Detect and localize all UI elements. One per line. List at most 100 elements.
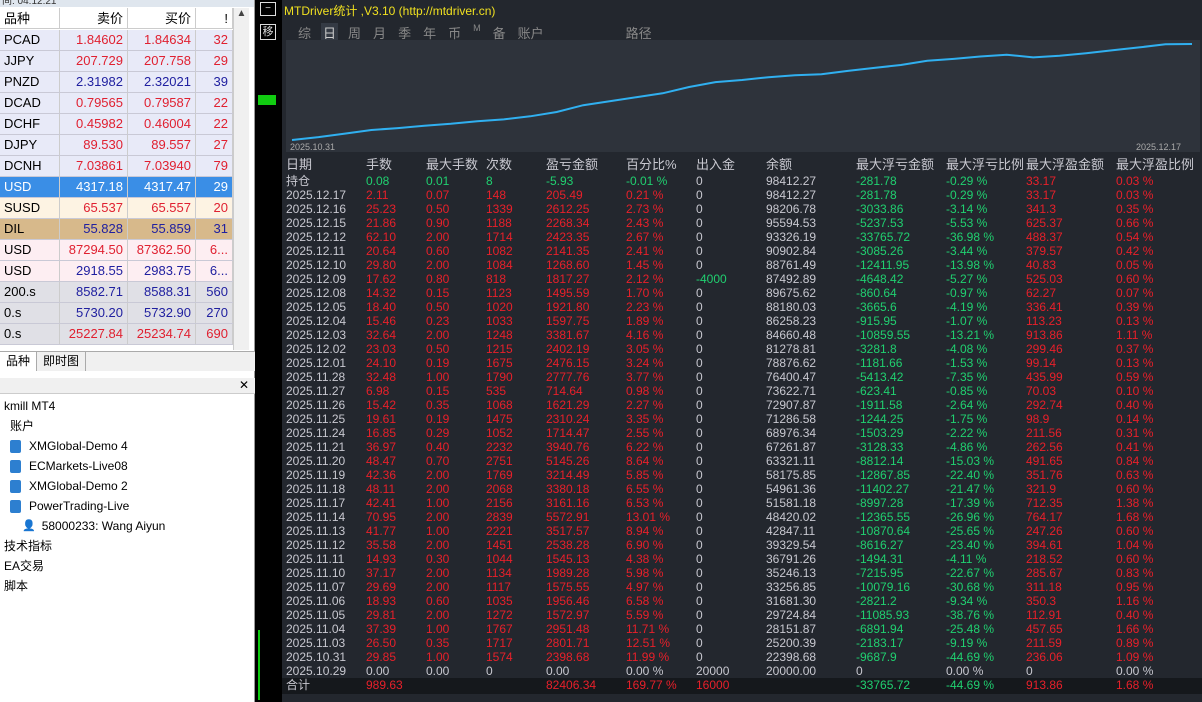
cell-8: -860.64 (856, 286, 897, 300)
cell-5: 13.01 % (626, 510, 671, 524)
col-spread[interactable]: ! (196, 8, 233, 28)
market-watch-row[interactable]: 200.s 8582.71 8588.31 560 (0, 282, 233, 303)
daily-stats-table: 日期 手数 最大手数 次数 盈亏金额 百分比% 出入金 余额 最大浮亏金额 最大浮亏比例 最大浮盈金… (282, 158, 1202, 694)
symbol-cell: DCHF (0, 114, 60, 134)
cell-10: 488.37 (1026, 230, 1063, 244)
col-bid[interactable]: 卖价 (60, 8, 128, 28)
move-icon[interactable]: 移 (260, 24, 276, 40)
navigator-item[interactable]: XMGlobal-Demo 4 (0, 436, 255, 456)
cell-4: 2951.48 (546, 622, 590, 636)
table-row: 2025.12.15 21.86 0.90 1188 2268.34 2.43 % 0 955… (282, 216, 1202, 230)
market-watch-row[interactable]: PNZD 2.31982 2.32021 39 (0, 72, 233, 93)
tab-symbols[interactable]: 品种 (0, 352, 38, 371)
table-row: 2025.12.10 29.80 2.00 1084 1268.60 1.45 % 0 887… (282, 258, 1202, 272)
cell-1: 21.86 (366, 216, 397, 230)
navigator-item[interactable]: PowerTrading-Live (0, 496, 255, 516)
minimize-icon[interactable]: − (260, 2, 276, 16)
navigator-item[interactable]: 账户 (0, 416, 255, 436)
market-watch-row[interactable]: 0.s 25227.84 25234.74 690 (0, 324, 233, 345)
cell-5: 5.59 % (626, 608, 664, 622)
market-watch-row[interactable]: DCHF 0.45982 0.46004 22 (0, 114, 233, 135)
close-icon[interactable]: ✕ (239, 378, 249, 392)
cell-8: -3665.6 (856, 300, 897, 314)
cell-8: -1181.66 (856, 356, 903, 370)
cell-6: 0 (696, 636, 703, 650)
cell-5: 2.43 % (626, 216, 664, 230)
navigator-item[interactable]: kmill MT4 (0, 396, 255, 416)
cell-7: 39329.54 (766, 538, 817, 552)
cell-8: -33765.72 (856, 230, 911, 244)
navigator-item-label: 脚本 (4, 579, 29, 593)
cell-7: 71286.58 (766, 412, 817, 426)
market-watch-row[interactable]: DCNH 7.03861 7.03940 79 (0, 156, 233, 177)
navigator-item[interactable]: 脚本 (0, 576, 255, 596)
cell-9: -38.76 % (946, 608, 995, 622)
cell-0: 2025.11.26 (286, 398, 346, 412)
market-watch-row[interactable]: SUSD 65.537 65.557 20 (0, 198, 233, 219)
mtdriver-stats-window: MTDriver统计 ,V3.10 (http://mtdriver.cn) 综… (282, 0, 1202, 702)
cell-1: 37.39 (366, 622, 397, 636)
symbol-cell: 0.s (0, 303, 60, 323)
cell-2: 0.29 (426, 426, 450, 440)
symbol-cell: DJPY (0, 135, 60, 155)
cell-3: 1020 (486, 300, 513, 314)
cell-8: -2183.17 (856, 636, 904, 650)
cell-4: 3214.49 (546, 468, 590, 482)
cell-2: 0.15 (426, 384, 450, 398)
tab-tick-chart[interactable]: 即时图 (37, 352, 87, 371)
cell-1: 14.93 (366, 552, 397, 566)
cell-7: 88180.03 (766, 300, 817, 314)
cell-11: 0.03 % (1116, 188, 1154, 202)
cell-11: 0.59 % (1116, 370, 1154, 384)
navigator-item[interactable]: XMGlobal-Demo 2 (0, 476, 255, 496)
navigator-item[interactable]: 👤 58000233: Wang Aiyun (0, 516, 255, 536)
navigator-item[interactable]: 技术指标 (0, 536, 255, 556)
cell-4: 2801.71 (546, 636, 590, 650)
market-watch-row[interactable]: DJPY 89.530 89.557 27 (0, 135, 233, 156)
scroll-up-icon[interactable]: ▲ (234, 8, 249, 19)
cell-5: 2.55 % (626, 426, 664, 440)
market-watch-scrollbar[interactable]: ▲ (233, 8, 249, 350)
col-symbol[interactable]: 品种 (0, 8, 60, 28)
table-row: 2025.12.11 20.64 0.60 1082 2141.35 2.41 % 0 909… (282, 244, 1202, 258)
table-row: 2025.12.12 62.10 2.00 1714 2423.35 2.67 % 0 933… (282, 230, 1202, 244)
cell-7: 90902.84 (766, 244, 817, 258)
chart-start-label: 2025.10.31 (290, 142, 335, 152)
cell-7: 51581.18 (766, 496, 817, 510)
cell-9: -1.75 % (946, 412, 988, 426)
cell-5: 0.21 % (626, 188, 664, 202)
cell-8: -2821.2 (856, 594, 897, 608)
market-watch-row[interactable]: DCAD 0.79565 0.79587 22 (0, 93, 233, 114)
cell-8: -3128.33 (856, 440, 904, 454)
cell-2: 2.00 (426, 538, 450, 552)
col-ask[interactable]: 买价 (128, 8, 196, 28)
cell-2: 2.00 (426, 482, 450, 496)
market-watch-row[interactable]: PCAD 1.84602 1.84634 32 (0, 30, 233, 51)
cell-6: 0 (696, 580, 703, 594)
cell-1: 48.47 (366, 454, 397, 468)
cell-5: 6.55 % (626, 482, 664, 496)
navigator-item[interactable]: ECMarkets-Live08 (0, 456, 255, 476)
spread-cell: 31 (196, 219, 233, 239)
cell-4: 82406.34 (546, 678, 597, 692)
cell-7: 84660.48 (766, 328, 817, 342)
spread-cell: 79 (196, 156, 233, 176)
bid-cell: 1.84602 (60, 30, 128, 50)
market-watch-row[interactable]: USD 2918.55 2983.75 6... (0, 261, 233, 282)
cell-8: -10870.64 (856, 524, 911, 538)
market-watch-row[interactable]: USD 4317.18 4317.47 29 (0, 177, 233, 198)
navigator-item[interactable]: EA交易 (0, 556, 255, 576)
market-watch-row[interactable]: JJPY 207.729 207.758 29 (0, 51, 233, 72)
market-watch-row[interactable]: DIL 55.828 55.859 31 (0, 219, 233, 240)
cell-5: 2.67 % (626, 230, 664, 244)
cell-11: 1.04 % (1116, 538, 1154, 552)
cell-8: -3281.8 (856, 342, 897, 356)
cell-0: 2025.11.28 (286, 370, 346, 384)
cell-5: 3.05 % (626, 342, 664, 356)
cell-8: -281.78 (856, 174, 897, 188)
market-watch-row[interactable]: USD 87294.50 87362.50 6... (0, 240, 233, 261)
market-watch-row[interactable]: 0.s 5730.20 5732.90 270 (0, 303, 233, 324)
cell-5: 6.58 % (626, 594, 664, 608)
cell-5: 0.00 % (626, 664, 664, 678)
navigator-item-label: XMGlobal-Demo 4 (29, 439, 128, 453)
